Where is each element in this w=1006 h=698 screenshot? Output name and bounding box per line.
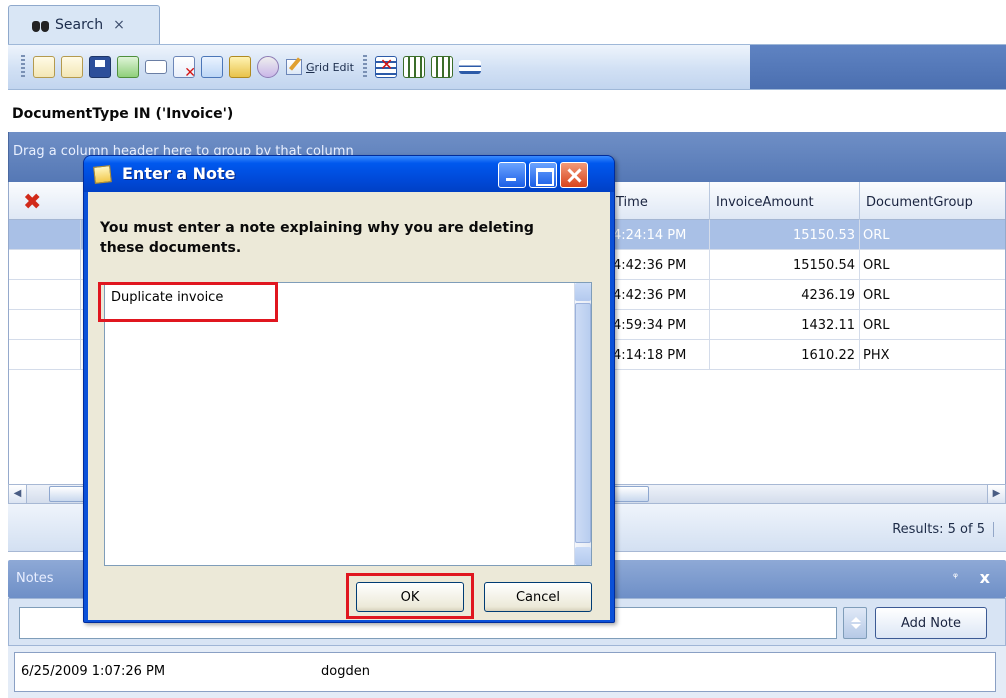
tab-strip: Search × xyxy=(0,0,1006,44)
tab-search[interactable]: Search × xyxy=(8,5,160,44)
row-header[interactable] xyxy=(9,310,81,340)
dialog-message: You must enter a note explaining why you… xyxy=(100,220,534,256)
tab-search-label: Search xyxy=(55,17,104,33)
column-header-document-group[interactable]: DocumentGroup xyxy=(859,182,1006,220)
cell-time: 4:59:34 PM xyxy=(613,318,687,333)
row-header[interactable] xyxy=(9,220,81,250)
dialog-title: Enter a Note xyxy=(122,164,236,183)
delete-column-icon[interactable]: ✖ xyxy=(23,190,41,215)
row-header[interactable] xyxy=(9,340,81,370)
binoculars-icon xyxy=(31,17,51,33)
cell-document-group: ORL xyxy=(863,258,890,273)
dialog-titlebar[interactable]: Enter a Note xyxy=(84,156,614,192)
pin-icon[interactable]: ᵠ xyxy=(953,570,958,584)
add-note-button[interactable]: Add Note xyxy=(875,607,987,639)
refresh-icon[interactable] xyxy=(201,56,223,78)
highlight-ok-button xyxy=(346,573,474,619)
toolbar-end xyxy=(750,45,1006,89)
notes-close-icon[interactable]: x xyxy=(980,568,990,587)
close-button[interactable] xyxy=(560,162,588,188)
grid-edit-icon xyxy=(286,59,302,75)
add-document-icon[interactable] xyxy=(117,56,139,78)
cell-document-group: ORL xyxy=(863,228,890,243)
grid-columns-icon[interactable] xyxy=(402,56,425,78)
cell-document-group: ORL xyxy=(863,318,890,333)
grid-lines-icon[interactable] xyxy=(458,60,481,74)
column-header-time[interactable]: Time xyxy=(609,182,709,220)
note-textarea[interactable]: Duplicate invoice xyxy=(104,282,592,566)
note-spinner[interactable] xyxy=(843,607,867,639)
enter-note-dialog: Enter a Note You must enter a note expla… xyxy=(83,155,615,623)
minimize-button[interactable] xyxy=(498,162,526,188)
scroll-thumb[interactable] xyxy=(575,303,591,543)
cell-time: 4:14:18 PM xyxy=(613,348,687,363)
grid-edit-mnemonic: G xyxy=(306,60,315,74)
cell-document-group: ORL xyxy=(863,288,890,303)
open-folder-icon[interactable] xyxy=(229,56,251,78)
scroll-up-icon[interactable] xyxy=(575,283,591,301)
email-icon[interactable] xyxy=(145,60,167,74)
vertical-scrollbar[interactable] xyxy=(574,283,591,565)
notes-list: 6/25/2009 1:07:26 PM dogden xyxy=(8,646,1006,698)
tab-close-icon[interactable]: × xyxy=(113,17,125,33)
grid-export-icon[interactable] xyxy=(430,56,453,78)
dialog-body: You must enter a note explaining why you… xyxy=(88,192,610,620)
cell-document-group: PHX xyxy=(863,348,890,363)
grid-edit-label: rid Edit xyxy=(314,60,354,74)
notes-title: Notes xyxy=(16,571,54,586)
cell-invoice-amount: 15150.54 xyxy=(792,258,855,273)
save-icon[interactable] xyxy=(89,56,111,78)
grid-edit-button[interactable]: Grid Edit xyxy=(286,59,354,75)
results-count: Results: 5 of 5 xyxy=(892,522,994,537)
cell-invoice-amount: 1610.22 xyxy=(801,348,855,363)
column-header-invoice-amount[interactable]: InvoiceAmount xyxy=(709,182,859,220)
cell-time: 4:24:14 PM xyxy=(613,228,687,243)
note-icon xyxy=(93,165,112,184)
note-user: dogden xyxy=(321,664,370,679)
scroll-down-icon[interactable] xyxy=(575,547,591,565)
delete-document-icon[interactable] xyxy=(173,56,196,81)
list-item[interactable]: 6/25/2009 1:07:26 PM dogden xyxy=(14,652,996,692)
open-document-icon[interactable] xyxy=(33,56,55,78)
cell-invoice-amount: 1432.11 xyxy=(801,318,855,333)
row-header[interactable] xyxy=(9,280,81,310)
eraser-icon[interactable] xyxy=(257,56,279,78)
toolbar-grip-2[interactable] xyxy=(362,55,367,79)
note-date: 6/25/2009 1:07:26 PM xyxy=(21,664,166,679)
cell-time: 4:42:36 PM xyxy=(613,258,687,273)
cancel-button[interactable]: Cancel xyxy=(484,582,592,612)
toolbar: Grid Edit xyxy=(8,44,1006,529)
toolbar-grip[interactable] xyxy=(21,55,25,79)
cell-invoice-amount: 15150.53 xyxy=(792,228,855,243)
maximize-button[interactable] xyxy=(529,162,557,188)
highlight-note-text xyxy=(98,282,278,322)
cell-time: 4:42:36 PM xyxy=(613,288,687,303)
edit-document-icon[interactable] xyxy=(61,56,83,78)
filter-expression: DocumentType IN ('Invoice') xyxy=(8,90,1006,132)
scroll-right-icon[interactable]: ▶ xyxy=(987,485,1005,503)
scroll-left-icon[interactable]: ◀ xyxy=(9,485,27,503)
grid-clear-icon[interactable] xyxy=(374,55,397,78)
row-header[interactable] xyxy=(9,250,81,280)
cell-invoice-amount: 4236.19 xyxy=(801,288,855,303)
